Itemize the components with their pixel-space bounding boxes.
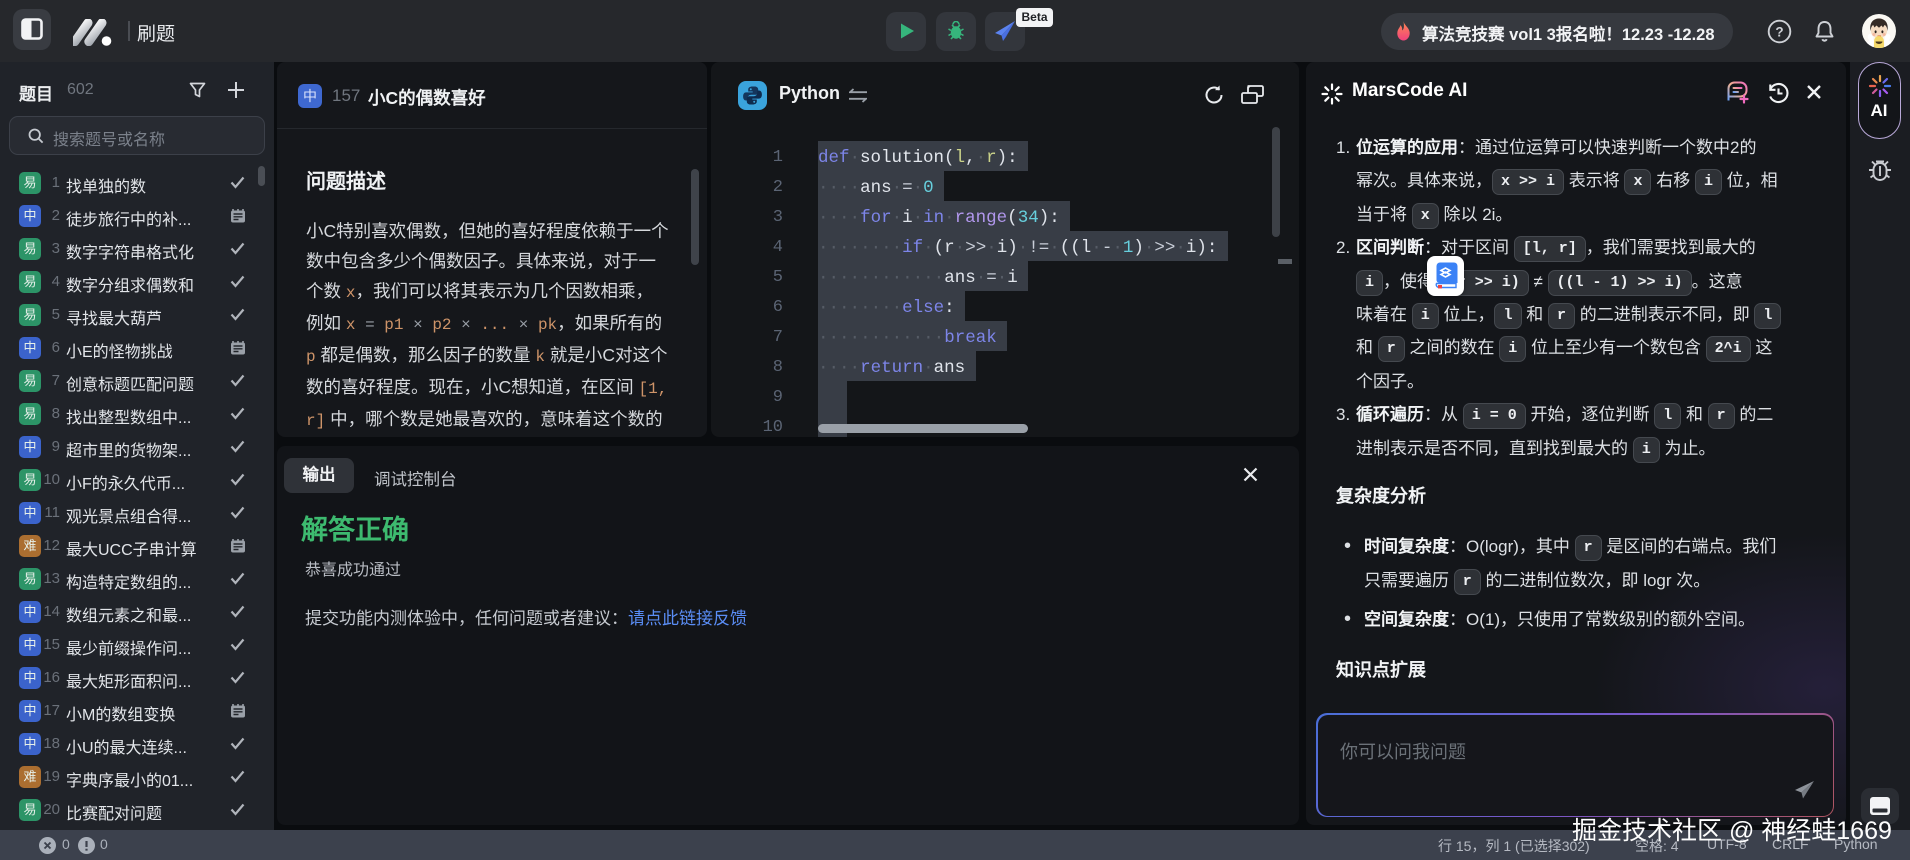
- svg-text:?: ?: [1775, 24, 1783, 39]
